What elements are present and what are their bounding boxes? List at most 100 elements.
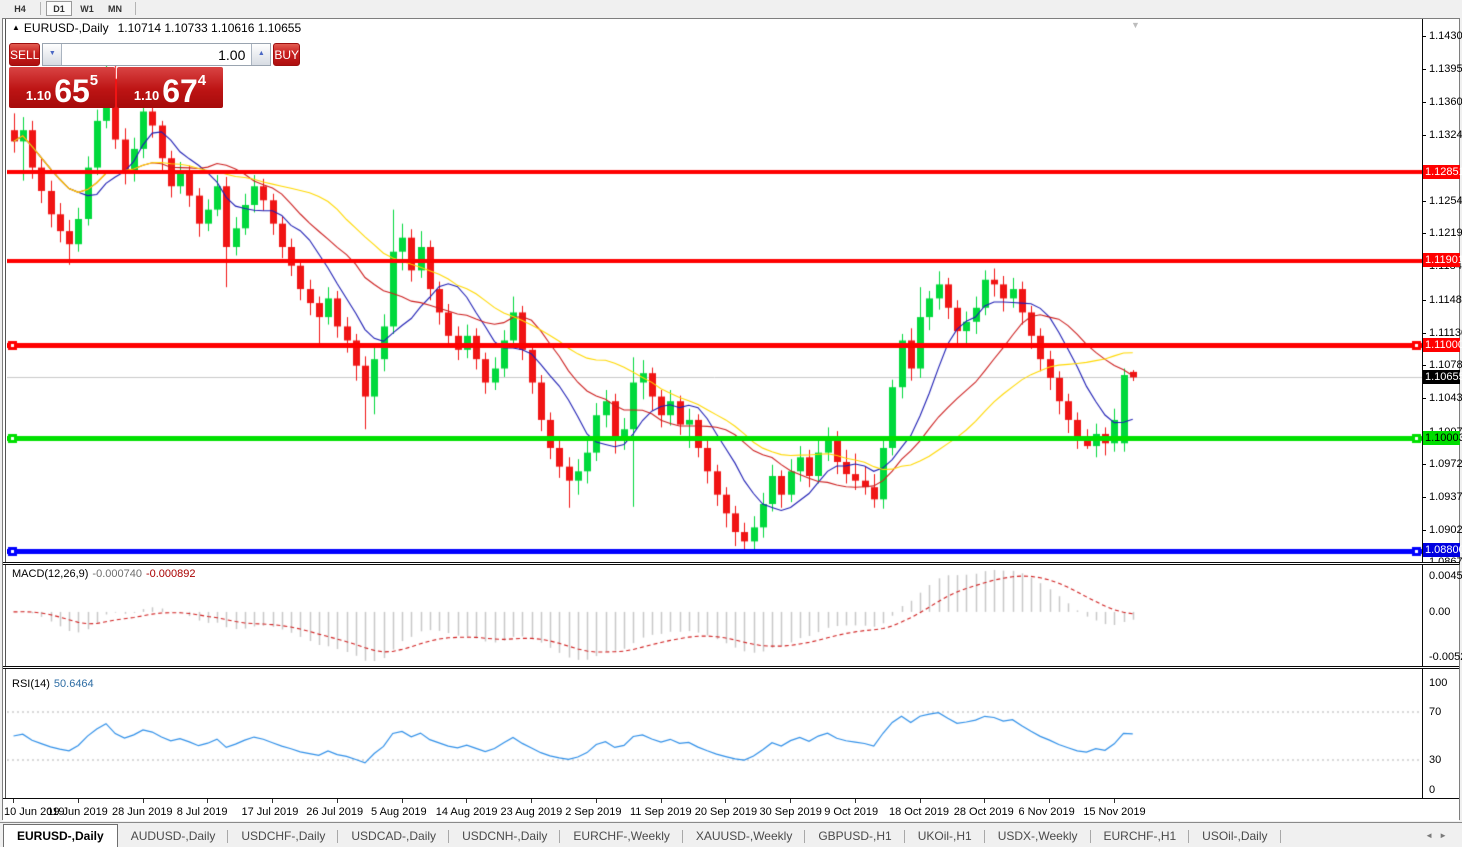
price-axis-tick-label: 1.10430 [1429, 392, 1462, 404]
price-chart-canvas[interactable] [7, 31, 1422, 561]
price-axis-tickmark [1422, 464, 1426, 465]
date-axis-label: 8 Jul 2019 [177, 806, 228, 818]
price-axis-tick-label: 1.14300 [1429, 30, 1462, 42]
timeframe-button-h4[interactable]: H4 [7, 1, 33, 16]
buy-price-panel[interactable]: 1.10 67 4 [117, 67, 223, 108]
date-axis-tickmark [984, 799, 985, 803]
price-axis-tick-label: 1.13950 [1429, 63, 1462, 75]
price-axis-tick-label: 1.09370 [1429, 491, 1462, 503]
macd-indicator-canvas[interactable] [7, 566, 1422, 664]
chart-window: ▲EURUSD-,Daily1.10714 1.10733 1.10616 1.… [2, 18, 1460, 820]
price-axis-tick-label: 1.12540 [1429, 195, 1462, 207]
chart-ohlc-values: 1.10714 1.10733 1.10616 1.10655 [118, 21, 302, 35]
sell-price-big: 65 [54, 78, 90, 104]
price-axis-badge-1-11901[interactable]: 1.11901 [1423, 253, 1460, 267]
volume-decrease-button[interactable]: ▼ [43, 44, 62, 65]
price-axis-tickmark [1422, 36, 1426, 37]
date-axis-label: 28 Oct 2019 [954, 806, 1014, 818]
chart-tab-usdcnh-daily[interactable]: USDCNH-,Daily [449, 826, 560, 847]
chart-tab-eurchf-h1[interactable]: EURCHF-,H1 [1091, 826, 1190, 847]
date-axis-label: 26 Jul 2019 [306, 806, 363, 818]
chart-left-border [5, 19, 6, 819]
timeframe-button-w1[interactable]: W1 [74, 1, 100, 16]
price-axis-tickmark [1422, 398, 1426, 399]
chart-tab-usdcad-daily[interactable]: USDCAD-,Daily [338, 826, 449, 847]
macd-main-value: -0.000740 [92, 568, 142, 580]
date-axis-tickmark [1049, 799, 1050, 803]
date-axis-tickmark [78, 799, 79, 803]
price-axis-tick-label: 1.12190 [1429, 227, 1462, 239]
rsi-label: RSI(14)50.6464 [12, 678, 94, 690]
sell-price-panel[interactable]: 1.10 65 5 [9, 67, 115, 108]
rsi-axis-30: 30 [1429, 754, 1441, 766]
date-axis-tickmark [596, 799, 597, 803]
timeframe-button-mn[interactable]: MN [102, 1, 128, 16]
date-axis-label: 15 Nov 2019 [1083, 806, 1145, 818]
date-axis-label: 30 Sep 2019 [760, 806, 822, 818]
chart-tab-audusd-daily[interactable]: AUDUSD-,Daily [118, 826, 229, 847]
macd-signal-value: -0.000892 [146, 568, 196, 580]
tab-scroll-right-icon[interactable]: ► [1439, 831, 1453, 840]
chart-tab-eurchf-weekly[interactable]: EURCHF-,Weekly [560, 826, 682, 847]
chart-tab-usdchf-daily[interactable]: USDCHF-,Daily [228, 826, 338, 847]
sell-price-prefix: 1.10 [26, 89, 51, 104]
price-axis-tickmark [1422, 201, 1426, 202]
pane-separator[interactable] [3, 666, 1459, 669]
date-axis-tickmark [466, 799, 467, 803]
price-axis-badge-1-10655: 1.10655 [1423, 370, 1460, 384]
price-axis-badge-1-08800[interactable]: 1.08800 [1423, 543, 1460, 557]
price-axis-tick-label: 1.09720 [1429, 458, 1462, 470]
date-axis-label: 14 Aug 2019 [436, 806, 498, 818]
price-axis-tickmark [1422, 69, 1426, 70]
chart-tab-usoil-daily[interactable]: USOil-,Daily [1189, 826, 1280, 847]
price-axis-tickmark [1422, 102, 1426, 103]
date-axis-tickmark [207, 799, 208, 803]
chart-tab-gbpusd-h1[interactable]: GBPUSD-,H1 [805, 826, 904, 847]
date-axis-label: 23 Aug 2019 [501, 806, 563, 818]
chart-tab-xauusd-weekly[interactable]: XAUUSD-,Weekly [683, 826, 805, 847]
date-axis[interactable]: 10 Jun 201919 Jun 201928 Jun 20198 Jul 2… [3, 798, 1459, 821]
buy-button[interactable]: BUY [273, 43, 300, 66]
price-axis-tickmark [1422, 497, 1426, 498]
date-axis-tickmark [725, 799, 726, 803]
sell-button[interactable]: SELL [9, 43, 40, 66]
rsi-indicator-canvas[interactable] [7, 676, 1422, 796]
price-axis-tick-label: 1.13600 [1429, 96, 1462, 108]
volume-increase-button[interactable]: ▲ [251, 44, 270, 65]
date-axis-tickmark [337, 799, 338, 803]
date-axis-label: 11 Sep 2019 [630, 806, 692, 818]
rsi-axis-0: 0 [1429, 784, 1435, 796]
date-axis-label: 18 Oct 2019 [889, 806, 949, 818]
tab-scroll-left-icon[interactable]: ◄ [1425, 831, 1439, 840]
price-axis-tickmark [1422, 135, 1426, 136]
macd-axis-max: 0.004536 [1429, 570, 1462, 582]
pane-separator[interactable] [3, 562, 1459, 565]
date-axis-label: 9 Oct 2019 [824, 806, 878, 818]
price-axis-tickmark [1422, 333, 1426, 334]
chart-tab-ukoil-h1[interactable]: UKOil-,H1 [905, 826, 985, 847]
buy-price-big: 67 [162, 78, 198, 104]
price-axis-badge-1-10003[interactable]: 1.10003 [1423, 431, 1460, 445]
sell-price-pip: 5 [90, 72, 98, 89]
date-axis-tickmark [402, 799, 403, 803]
date-axis-label: 6 Nov 2019 [1019, 806, 1075, 818]
rsi-axis-70: 70 [1429, 706, 1441, 718]
price-axis-badge-1-11000[interactable]: 1.11000 [1423, 338, 1460, 352]
price-axis-tick-label: 1.11480 [1429, 294, 1462, 306]
price-axis-tick-label: 1.09020 [1429, 524, 1462, 536]
date-axis-tickmark [531, 799, 532, 803]
date-axis-tickmark [661, 799, 662, 803]
timeframe-toolbar: H4 D1W1MN [0, 0, 1462, 17]
chart-shift-marker-icon[interactable]: ▼ [1131, 20, 1140, 30]
timeframe-button-d1[interactable]: D1 [46, 1, 72, 16]
volume-spinner: ▼ ▲ [42, 43, 271, 66]
chart-tab-usdx-weekly[interactable]: USDX-,Weekly [985, 826, 1091, 847]
macd-axis-zero: 0.00 [1429, 606, 1450, 618]
price-axis-badge-1-12851[interactable]: 1.12851 [1423, 165, 1460, 179]
date-axis-label: 19 Jun 2019 [47, 806, 108, 818]
collapse-arrow-icon: ▲ [12, 23, 20, 32]
chart-tab-eurusd-daily[interactable]: EURUSD-,Daily [3, 824, 118, 847]
date-axis-tickmark [790, 799, 791, 803]
date-axis-tickmark [855, 799, 856, 803]
volume-input[interactable] [62, 44, 251, 65]
